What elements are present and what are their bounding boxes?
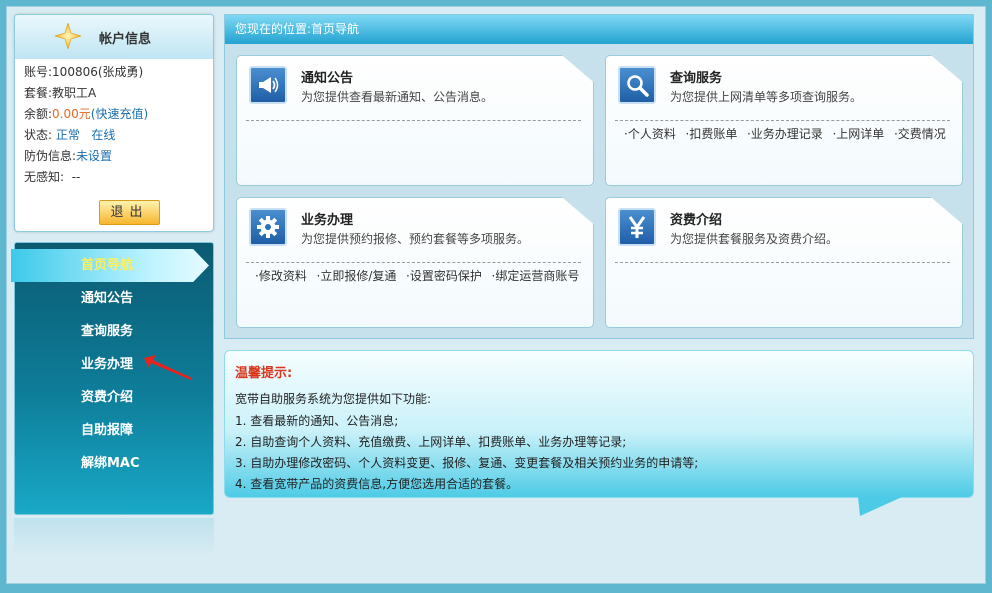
link-password-protect[interactable]: 设置密码保护 <box>406 269 482 283</box>
link-bind-carrier[interactable]: 绑定运营商账号 <box>491 269 579 283</box>
tip-intro: 宽带自助服务系统为您提供如下功能: <box>235 392 432 406</box>
card-business[interactable]: 业务办理 为您提供预约报修、预约套餐等多项服务。 修改资料 立即报修/复通 设置… <box>236 197 594 328</box>
megaphone-icon <box>249 66 287 104</box>
nav-item-home[interactable]: 首页导航 <box>11 249 209 282</box>
nav-reflection <box>14 518 214 558</box>
breadcrumb: 您现在的位置:首页导航 <box>225 15 973 44</box>
main-panel: 您现在的位置:首页导航 通知公告 为您提供查看最新通知、公告消息。 查询服务 为… <box>224 14 974 339</box>
link-payments[interactable]: 交费情况 <box>894 127 946 141</box>
nav-item-notices[interactable]: 通知公告 <box>15 282 201 315</box>
card-tariff[interactable]: 资费介绍 为您提供套餐服务及资费介绍。 <box>605 197 963 328</box>
list-item: 2. 自助查询个人资料、充值缴费、上网详单、扣费账单、业务办理等记录; <box>235 435 627 449</box>
account-row: 账号:100806(张成勇) <box>24 65 144 79</box>
card-desc: 为您提供上网清单等多项查询服务。 <box>670 90 863 104</box>
nav-item-unbind-mac[interactable]: 解绑MAC <box>15 447 201 480</box>
plan-row: 套餐:教职工A <box>24 86 97 100</box>
link-online-details[interactable]: 上网详单 <box>832 127 884 141</box>
account-panel: 帐户信息 账号:100806(张成勇) 套餐:教职工A 余额:0.00元(快速充… <box>14 14 214 232</box>
search-icon <box>618 66 656 104</box>
link-repair-reopen[interactable]: 立即报修/复通 <box>316 269 396 283</box>
list-item: 4. 查看宽带产品的资费信息,方便您选用合适的套餐。 <box>235 477 519 491</box>
list-item: 3. 自助办理修改密码、个人资料变更、报修、复通、变更套餐及相关预约业务的申请等… <box>235 456 699 470</box>
star-icon <box>55 23 81 49</box>
status-row: 状态: 正常 在线 <box>24 128 116 142</box>
account-info-list: 账号:100806(张成勇) 套餐:教职工A 余额:0.00元(快速充值) 状态… <box>15 59 213 188</box>
card-links: 修改资料 立即报修/复通 设置密码保护 绑定运营商账号 <box>246 267 583 286</box>
card-notices[interactable]: 通知公告 为您提供查看最新通知、公告消息。 <box>236 55 594 186</box>
recharge-link[interactable]: (快速充值) <box>91 107 148 121</box>
card-desc: 为您提供套餐服务及资费介绍。 <box>670 232 839 246</box>
card-query[interactable]: 查询服务 为您提供上网清单等多项查询服务。 个人资料 扣费账单 业务办理记录 上… <box>605 55 963 186</box>
seamless-row: 无感知: -- <box>24 170 81 184</box>
tip-list: 1. 查看最新的通知、公告消息; 2. 自助查询个人资料、充值缴费、上网详单、扣… <box>235 411 698 495</box>
card-title[interactable]: 通知公告 <box>301 67 353 86</box>
nav-item-fault-report[interactable]: 自助报障 <box>15 414 201 447</box>
balance-value: 0.00元 <box>52 107 91 121</box>
yen-icon <box>618 208 656 246</box>
nav-item-query[interactable]: 查询服务 <box>15 315 201 348</box>
red-arrow-icon <box>144 355 192 380</box>
speech-tail <box>858 497 902 516</box>
divider <box>615 120 950 121</box>
nav-item-tariff[interactable]: 资费介绍 <box>15 381 201 414</box>
tip-title: 温馨提示: <box>235 366 293 381</box>
link-profile[interactable]: 个人资料 <box>624 127 676 141</box>
antifake-row: 防伪信息:未设置 <box>24 149 113 163</box>
card-title[interactable]: 业务办理 <box>301 209 353 228</box>
balance-row: 余额:0.00元(快速充值) <box>24 107 149 121</box>
link-business-records[interactable]: 业务办理记录 <box>747 127 823 141</box>
link-edit-profile[interactable]: 修改资料 <box>255 269 307 283</box>
divider <box>246 120 581 121</box>
divider <box>615 262 950 263</box>
card-desc: 为您提供查看最新通知、公告消息。 <box>301 90 494 104</box>
card-title[interactable]: 资费介绍 <box>670 209 722 228</box>
account-header: 帐户信息 <box>15 15 213 59</box>
link-billing[interactable]: 扣费账单 <box>685 127 737 141</box>
card-links: 个人资料 扣费账单 业务办理记录 上网详单 交费情况 <box>615 125 952 144</box>
card-desc: 为您提供预约报修、预约套餐等多项服务。 <box>301 232 530 246</box>
account-title: 帐户信息 <box>99 32 152 47</box>
card-title[interactable]: 查询服务 <box>670 67 722 86</box>
logout-button[interactable]: 退出 <box>99 200 160 225</box>
tip-box: 温馨提示: 宽带自助服务系统为您提供如下功能: 1. 查看最新的通知、公告消息;… <box>224 350 974 498</box>
list-item: 1. 查看最新的通知、公告消息; <box>235 414 399 428</box>
divider <box>246 262 581 263</box>
gear-icon <box>249 208 287 246</box>
